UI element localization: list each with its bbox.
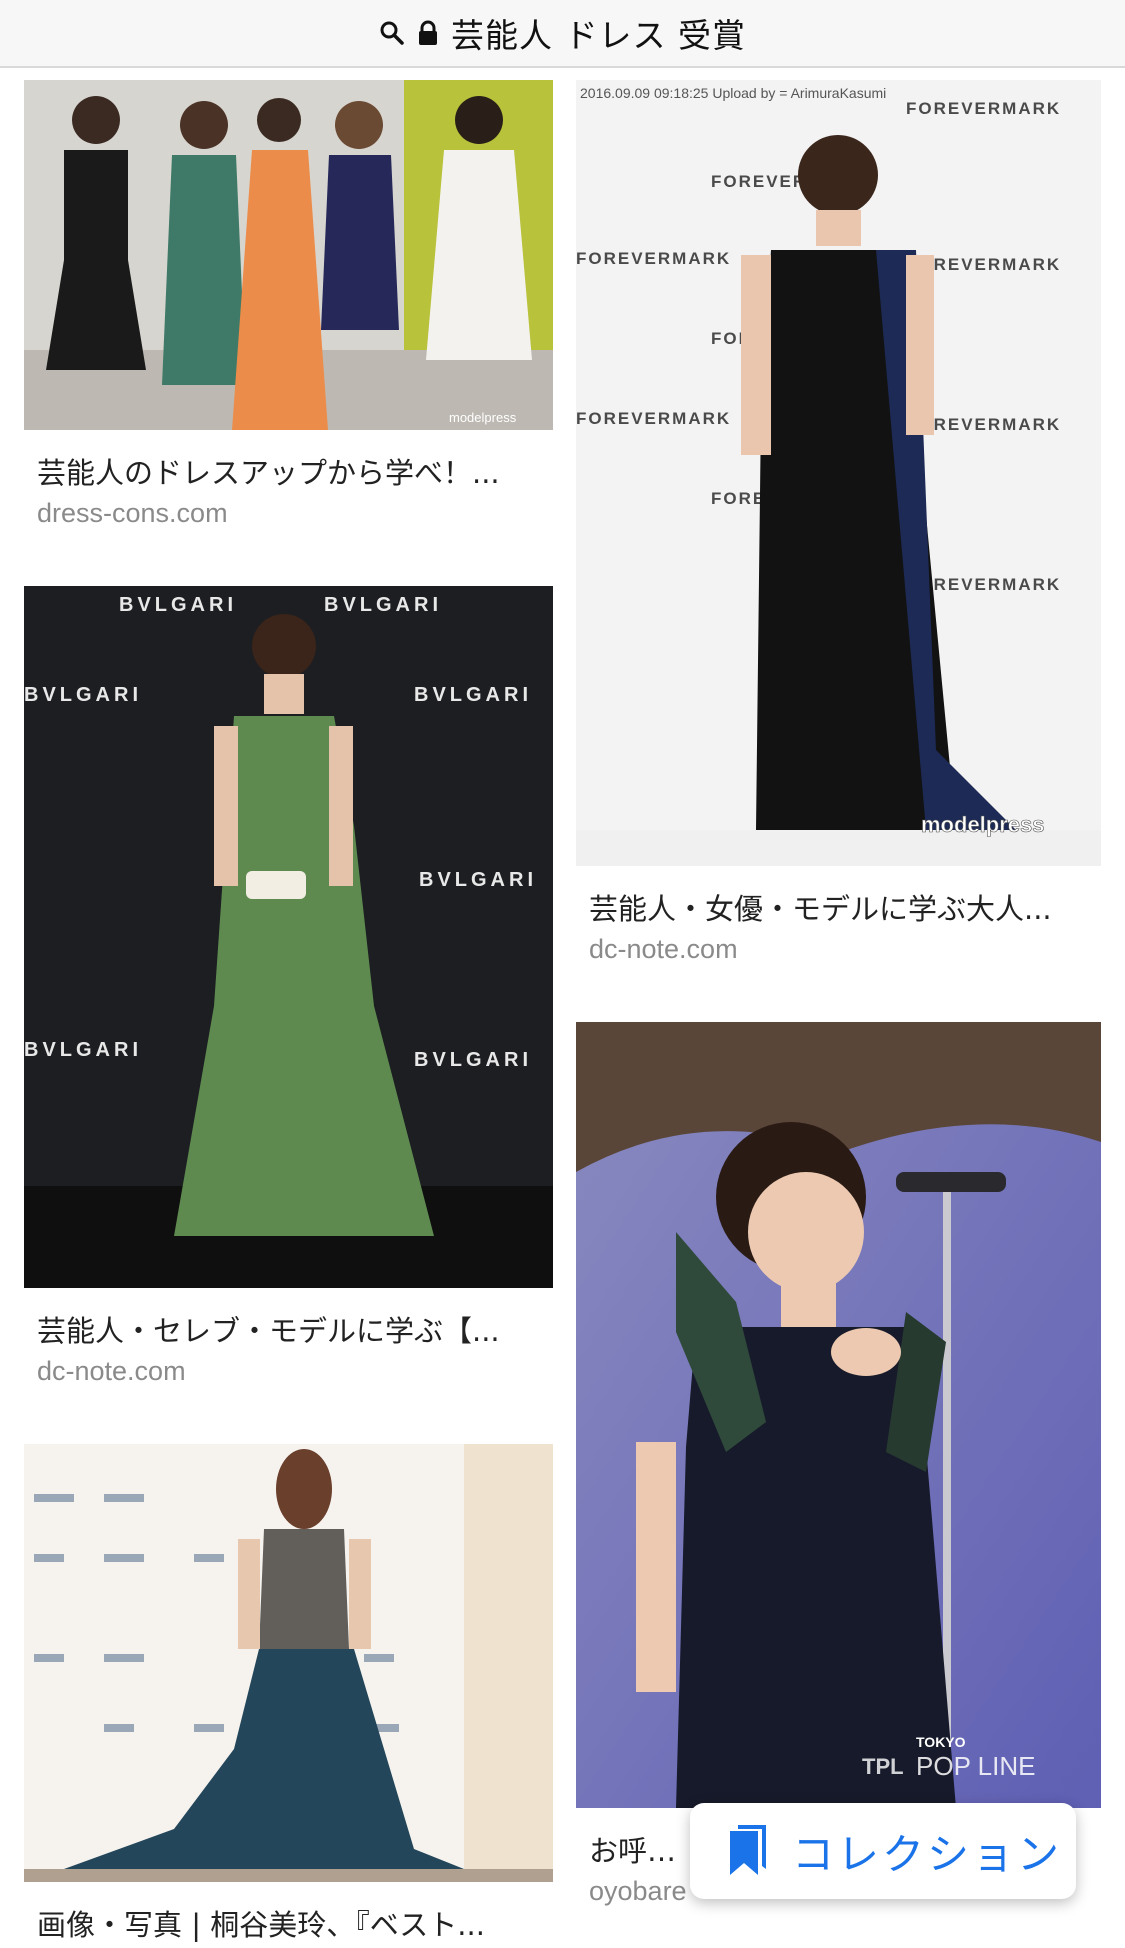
- watermark-popline: POP LINE: [916, 1751, 1035, 1781]
- bg-logo-text: BVLGARI: [24, 684, 142, 706]
- collection-label: コレクション: [792, 1829, 1063, 1879]
- result-source[interactable]: oyobare: [589, 1876, 687, 1907]
- result-source[interactable]: dress-cons.com: [37, 498, 228, 529]
- watermark-tokyo: TOKYO: [916, 1734, 966, 1750]
- result-image[interactable]: modelpress: [24, 80, 553, 430]
- bg-logo-text: BVLGARI: [119, 594, 237, 616]
- collection-button[interactable]: コレクション: [690, 1803, 1076, 1899]
- result-caption[interactable]: 芸能人・セレブ・モデルに学ぶ【...: [37, 1308, 527, 1350]
- bg-logo-text: FOREVERMARK: [576, 249, 731, 268]
- address-bar[interactable]: 芸能人 ドレス 受賞: [0, 0, 1125, 68]
- result-caption[interactable]: 芸能人・女優・モデルに学ぶ大人...: [589, 886, 1089, 928]
- lock-icon: [415, 20, 441, 46]
- search-query: 芸能人 ドレス 受賞: [451, 16, 746, 55]
- bg-logo-text: BVLGARI: [414, 684, 532, 706]
- result-image[interactable]: [24, 1444, 553, 1882]
- result-image[interactable]: BVLGARI BVLGARI BVLGARI BVLGARI BVLGARI …: [24, 586, 553, 1288]
- watermark-modelpress: modelpress: [449, 410, 517, 425]
- result-caption[interactable]: 画像・写真 | 桐谷美玲、『ベスト...: [37, 1902, 527, 1944]
- result-source[interactable]: dc-note.com: [37, 1356, 186, 1387]
- upload-stamp: 2016.09.09 09:18:25 Upload by = ArimuraK…: [580, 85, 886, 101]
- bg-logo-text: BVLGARI: [419, 869, 537, 891]
- watermark-tpl: TPL: [862, 1754, 904, 1779]
- result-image[interactable]: FOREVERMARK FOREVERMARK FOREVERMARK FORE…: [576, 80, 1101, 866]
- bg-logo-text: BVLGARI: [24, 1039, 142, 1061]
- result-caption[interactable]: お呼ばれ: [589, 1828, 699, 1870]
- bg-logo-text: BVLGARI: [324, 594, 442, 616]
- result-source[interactable]: dc-note.com: [589, 934, 738, 965]
- bookmark-icon: [724, 1823, 772, 1879]
- bg-logo-text: FOREVERMARK: [906, 99, 1061, 118]
- bg-logo-text: FOREVERMARK: [576, 409, 731, 428]
- result-caption[interactable]: 芸能人のドレスアップから学べ！...: [37, 450, 527, 492]
- bg-logo-text: BVLGARI: [414, 1049, 532, 1071]
- search-icon: [379, 20, 405, 46]
- watermark-modelpress: modelpress: [921, 812, 1045, 837]
- result-image[interactable]: TOKYO POP LINE TPL: [576, 1022, 1101, 1808]
